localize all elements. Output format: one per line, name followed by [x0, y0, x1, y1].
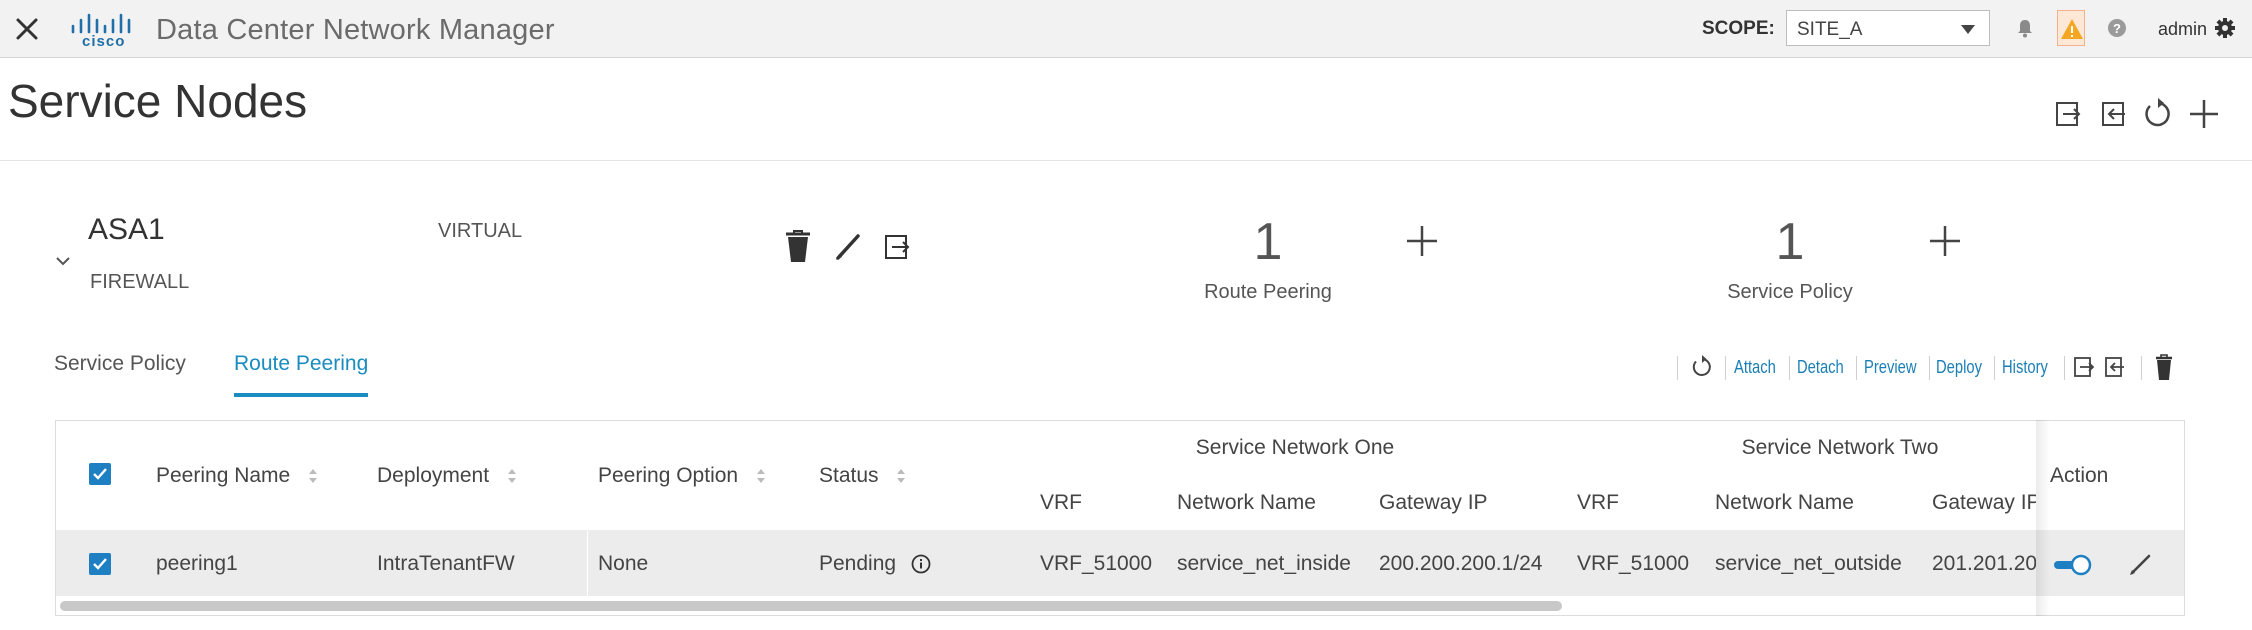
column-peering-name[interactable]: Peering Name [156, 464, 318, 488]
sort-icon [897, 469, 906, 484]
group-service-network-one: Service Network One [1195, 436, 1395, 459]
column-gateway-ip-two: Gateway IP [1932, 491, 2036, 514]
alert-icon [2061, 19, 2083, 39]
cell-peering-name: peering1 [156, 552, 238, 575]
column-label: Status [819, 464, 879, 487]
cell-network-name-two: service_net_outside [1715, 552, 1902, 575]
column-network-name-two: Network Name [1715, 491, 1854, 514]
export-icon[interactable] [879, 227, 915, 265]
service-policy-label: Service Policy [1727, 281, 1853, 303]
cell-peering-option: None [598, 552, 649, 575]
trash-icon[interactable] [780, 227, 816, 265]
close-icon[interactable] [10, 12, 44, 46]
column-action: Action [2050, 464, 2109, 487]
attach-button[interactable]: Attach [1734, 357, 1776, 378]
pencil-icon[interactable] [830, 227, 866, 265]
cell-gateway-ip-two: 201.201.201.1/24 [1932, 552, 2036, 575]
top-bar: cisco Data Center Network Manager SCOPE:… [0, 0, 2252, 58]
scope-value: SITE_A [1797, 19, 1863, 40]
tab-service-policy[interactable]: Service Policy [54, 352, 186, 376]
sort-icon [756, 469, 765, 484]
pencil-icon[interactable] [2126, 548, 2156, 578]
cell-network-name-one: service_net_inside [1177, 552, 1351, 575]
chevron-down-icon [1961, 25, 1975, 34]
status-text: Pending [819, 552, 897, 575]
refresh-icon[interactable] [2138, 94, 2178, 134]
plus-icon [1407, 226, 1437, 256]
column-network-name-one: Network Name [1177, 491, 1316, 514]
cell-vrf-one: VRF_51000 [1040, 552, 1153, 575]
service-policy-count: 1 [1775, 213, 1805, 271]
cisco-logo: cisco [68, 12, 138, 50]
tab-route-peering[interactable]: Route Peering [234, 352, 368, 376]
cell-vrf-two: VRF_51000 [1577, 552, 1690, 575]
divider [1677, 356, 1678, 380]
export-icon[interactable] [2100, 352, 2130, 382]
column-label: Peering Name [156, 464, 291, 487]
divider [1725, 356, 1726, 380]
bell-icon[interactable] [2010, 13, 2040, 43]
column-gateway-ip-one: Gateway IP [1379, 491, 1488, 514]
cell-status: Pending [819, 552, 932, 576]
sort-icon [507, 469, 516, 484]
import-icon[interactable] [2048, 94, 2088, 134]
trash-icon[interactable] [2149, 352, 2179, 382]
refresh-icon[interactable] [1687, 352, 1717, 382]
cell-gateway-ip-one: 200.200.200.1/24 [1379, 552, 1543, 575]
preview-button[interactable]: Preview [1864, 357, 1917, 378]
column-divider [587, 530, 588, 596]
add-node-button[interactable] [2184, 94, 2224, 134]
group-service-network-two: Service Network Two [1741, 436, 1939, 459]
divider [1994, 356, 1995, 380]
column-peering-option[interactable]: Peering Option [598, 464, 766, 488]
plus-icon [1930, 226, 1960, 256]
sort-icon [309, 469, 318, 484]
detach-button[interactable]: Detach [1797, 357, 1844, 378]
column-status[interactable]: Status [819, 464, 906, 488]
enable-toggle[interactable] [2052, 553, 2094, 577]
add-route-peering-button[interactable] [1401, 220, 1443, 262]
history-button[interactable]: History [2002, 357, 2048, 378]
column-vrf-two: VRF [1577, 491, 1619, 514]
logo-wordmark: cisco [82, 33, 126, 50]
row-checkbox[interactable] [89, 553, 111, 575]
app-title: Data Center Network Manager [156, 14, 555, 46]
column-label: Peering Option [598, 464, 739, 487]
active-tab-indicator [234, 393, 368, 397]
node-name: ASA1 [88, 213, 165, 246]
divider [1929, 356, 1930, 380]
route-peering-count: 1 [1253, 213, 1283, 271]
svg-text:?: ? [2113, 21, 2121, 36]
export-icon[interactable] [2094, 94, 2134, 134]
add-service-policy-button[interactable] [1924, 220, 1966, 262]
info-icon[interactable] [910, 553, 932, 575]
page-title: Service Nodes [8, 75, 308, 127]
scope-select[interactable]: SITE_A [1786, 10, 1990, 46]
title-divider [0, 160, 2252, 161]
scope-label: SCOPE: [1702, 18, 1775, 39]
horizontal-scrollbar[interactable] [60, 601, 1562, 611]
node-type: FIREWALL [90, 271, 190, 293]
gear-icon[interactable] [2210, 13, 2240, 43]
divider [2064, 356, 2065, 380]
alert-indicator[interactable] [2057, 10, 2085, 46]
help-icon[interactable]: ? [2102, 13, 2132, 43]
cell-deployment: IntraTenantFW [377, 552, 515, 575]
plus-icon [2190, 100, 2218, 128]
chevron-down-icon[interactable] [52, 252, 74, 270]
node-form-factor: VIRTUAL [438, 220, 523, 242]
divider [1789, 356, 1790, 380]
deploy-button[interactable]: Deploy [1936, 357, 1982, 378]
column-vrf-one: VRF [1040, 491, 1082, 514]
divider [1856, 356, 1857, 380]
column-label: Deployment [377, 464, 490, 487]
route-peering-label: Route Peering [1204, 281, 1332, 303]
column-deployment[interactable]: Deployment [377, 464, 517, 488]
user-menu[interactable]: admin [2158, 19, 2207, 40]
import-icon[interactable] [2069, 352, 2099, 382]
divider [2141, 356, 2142, 380]
select-all-checkbox[interactable] [89, 463, 111, 485]
